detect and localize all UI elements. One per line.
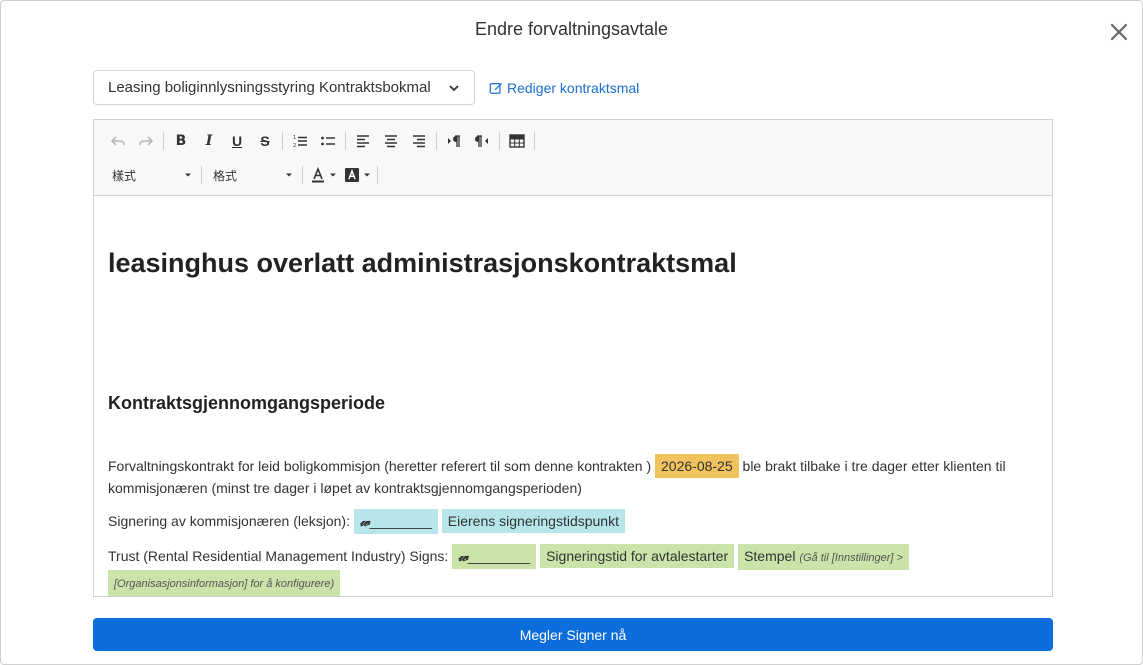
signature-icon: 𝓌 <box>359 514 370 530</box>
style-combo[interactable]: 樣式 <box>104 163 198 187</box>
contract-template-select[interactable]: Leasing boliginnlysningsstyring Kontrakt… <box>93 70 475 105</box>
document-title: leasinghus overlatt administrasjonskontr… <box>108 248 737 278</box>
template-select-value: Leasing boliginnlysningsstyring Kontrakt… <box>108 79 431 96</box>
align-center-icon[interactable] <box>377 129 405 153</box>
svg-text:1: 1 <box>293 135 296 141</box>
redo-icon[interactable] <box>132 129 160 153</box>
toolbar-divider <box>302 166 303 184</box>
toolbar-divider <box>201 166 202 184</box>
toolbar-divider <box>534 132 535 150</box>
editor-toolbar: B I U S 12 樣式 格式 <box>94 120 1052 196</box>
rich-text-editor: B I U S 12 樣式 格式 leasinghus overlatt adm… <box>93 119 1053 597</box>
background-color-icon[interactable] <box>340 167 374 183</box>
caret-down-icon <box>286 173 292 177</box>
toolbar-divider <box>377 166 378 184</box>
edit-agreement-modal: Endre forvaltningsavtale Leasing boligin… <box>0 0 1143 665</box>
signature-icon: 𝓌 <box>458 549 468 565</box>
edit-template-label: Rediger kontraktsmal <box>507 80 640 96</box>
section-heading: Kontraktsgjennomgangsperiode <box>108 393 386 413</box>
trust-signature-field[interactable]: 𝓌________ <box>452 544 537 569</box>
caret-down-icon <box>185 173 191 177</box>
toolbar-divider <box>499 132 500 150</box>
close-icon[interactable] <box>1108 21 1130 43</box>
format-combo[interactable]: 格式 <box>205 163 299 187</box>
broker-sign-now-button[interactable]: Megler Signer nå <box>93 618 1053 651</box>
rtl-direction-icon[interactable] <box>468 129 496 153</box>
agreement-signing-time-field[interactable]: Signeringstid for avtalestarter <box>540 544 735 568</box>
bulleted-list-icon[interactable] <box>314 129 342 153</box>
align-left-icon[interactable] <box>349 129 377 153</box>
strikethrough-icon[interactable]: S <box>251 129 279 153</box>
italic-icon[interactable]: I <box>195 129 223 153</box>
stamp-field-hint[interactable]: [Organisasjonsinformasjon] for å konfigu… <box>108 570 341 596</box>
modal-title: Endre forvaltningsavtale <box>474 19 669 39</box>
underline-icon[interactable]: U <box>223 129 251 153</box>
svg-text:2: 2 <box>293 143 296 149</box>
commissioner-signature-paragraph: Signering av kommisjonæren (leksjon): 𝓌_… <box>108 509 625 534</box>
owner-signature-field[interactable]: 𝓌________ <box>353 509 438 534</box>
editor-content[interactable]: leasinghus overlatt administrasjonskontr… <box>94 196 1052 596</box>
trust-signature-paragraph: Trust (Rental Residential Management Ind… <box>108 544 1038 596</box>
numbered-list-icon[interactable]: 12 <box>286 129 314 153</box>
ltr-direction-icon[interactable] <box>440 129 468 153</box>
undo-icon[interactable] <box>104 129 132 153</box>
contract-date-field[interactable]: 2026-08-25 <box>655 454 739 478</box>
align-right-icon[interactable] <box>405 129 433 153</box>
bold-icon[interactable]: B <box>167 129 195 153</box>
owner-signing-time-field[interactable]: Eierens signeringstidspunkt <box>441 509 625 533</box>
chevron-down-icon <box>449 84 459 91</box>
edit-template-link[interactable]: Rediger kontraktsmal <box>489 80 639 96</box>
toolbar-divider <box>345 132 346 150</box>
toolbar-divider <box>436 132 437 150</box>
text-color-icon[interactable] <box>306 167 340 183</box>
toolbar-divider <box>282 132 283 150</box>
table-icon[interactable] <box>503 129 531 153</box>
review-period-paragraph: Forvaltningskontrakt for leid boligkommi… <box>108 454 1038 499</box>
edit-icon <box>489 82 503 94</box>
stamp-field[interactable]: Stempel (Gå til [Innstillinger] > <box>738 544 909 570</box>
toolbar-divider <box>163 132 164 150</box>
